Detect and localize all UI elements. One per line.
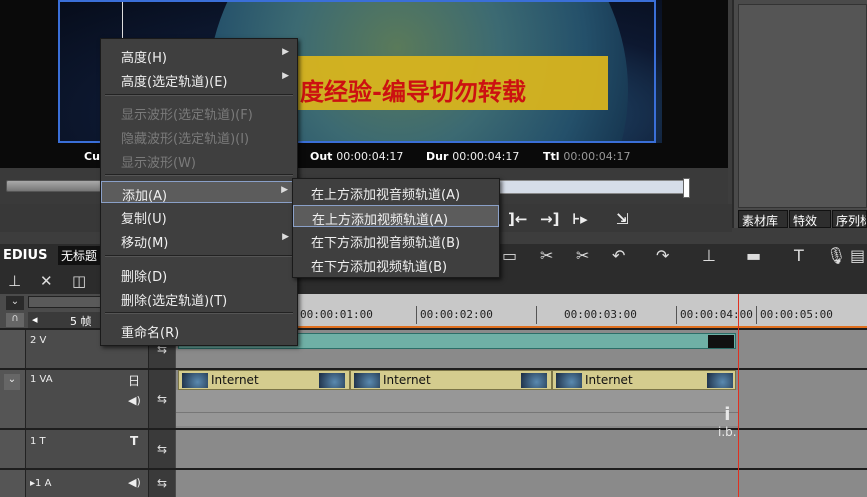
menu-item-delete[interactable]: 删除(D)	[101, 263, 297, 285]
dur-value: 00:00:04:17	[452, 150, 520, 163]
dur-timecode: Dur 00:00:04:17	[426, 150, 519, 163]
tick-label-5: 00:00:05:00	[760, 308, 833, 321]
ttl-timecode: Ttl 00:00:04:17	[543, 150, 631, 163]
speaker-icon[interactable]: ◀)	[128, 394, 141, 407]
cut-label: Cu	[84, 150, 100, 163]
insert-icon[interactable]: ⊦▸	[572, 210, 588, 228]
track-name-1t: 1 T	[30, 436, 46, 447]
redo-icon[interactable]: ↷	[656, 246, 669, 265]
scale-label: 5 帧	[70, 315, 92, 328]
tick-label-1: 00:00:01:00	[300, 308, 373, 321]
track-1t-area[interactable]	[176, 430, 867, 468]
clip-internet-1[interactable]: Internet	[178, 370, 350, 390]
watermark: i i.b.	[718, 404, 737, 439]
ripple-icon[interactable]: ▭	[502, 246, 517, 265]
menu-item-height[interactable]: 高度(H) ▶	[101, 44, 297, 66]
tick-label-2: 00:00:02:00	[420, 308, 493, 321]
app-logo: EDIUS	[3, 248, 48, 263]
audio-lane	[176, 390, 738, 426]
speaker-icon[interactable]: ◀)	[128, 476, 141, 489]
expand-icon[interactable]: ⌄	[6, 296, 24, 310]
menu-item-hide-waveform-selected: 隐藏波形(选定轨道)(I)	[121, 132, 250, 147]
lock-icon[interactable]: ∩	[6, 313, 24, 327]
menu-item-height-selected[interactable]: 高度(选定轨道)(E) ▶	[101, 68, 297, 90]
submenu-add-v-below[interactable]: 在下方添加视频轨道(B)	[293, 253, 499, 275]
track-name-1a: ▸1 A	[30, 478, 52, 489]
sync-lock-icon[interactable]: ✕	[40, 272, 53, 290]
tab-bin[interactable]: 素材库	[738, 210, 788, 228]
tick-mark	[756, 306, 757, 324]
audio-lane-divider	[176, 412, 738, 413]
tick-mark	[416, 306, 417, 324]
track-side-2v[interactable]	[0, 330, 26, 368]
waveform-icon[interactable]: ◫	[72, 272, 86, 290]
undo-icon[interactable]: ↶	[612, 246, 625, 265]
clip-name: Internet	[383, 373, 431, 387]
mark-out-icon[interactable]: →]	[540, 210, 559, 228]
track-1a-area[interactable]	[176, 470, 867, 497]
tick-mark	[676, 306, 677, 324]
project-name[interactable]: 无标题	[58, 246, 101, 265]
cut-tool-icon[interactable]: ✂	[540, 246, 553, 265]
clip-internet-3[interactable]: Internet	[552, 370, 736, 390]
menu-item-delete-selected[interactable]: 删除(选定轨道)(T)	[101, 287, 297, 309]
tick-label-4: 00:00:04:00	[680, 308, 753, 321]
out-label: Out	[310, 150, 333, 163]
watermark-glyph: i	[724, 404, 731, 425]
add-track-submenu: 在上方添加视音频轨道(A) 在上方添加视频轨道(A) 在下方添加视音频轨道(B)…	[292, 178, 500, 278]
clip-thumbnail	[708, 335, 734, 348]
delete-cut-icon[interactable]: ✂	[576, 246, 589, 265]
track-name-1va: 1 VA	[30, 374, 53, 385]
dur-label: Dur	[426, 150, 449, 163]
clip-name: Internet	[585, 373, 633, 387]
track-name-1a-text: 1 A	[35, 478, 52, 489]
clip-name: Internet	[211, 373, 259, 387]
menu-item-show-waveform-selected: 显示波形(选定轨道)(F)	[121, 108, 253, 123]
title-tool-icon[interactable]: T	[794, 246, 804, 265]
track-side-1a[interactable]	[0, 470, 26, 497]
menu-item-add[interactable]: 添加(A) ▶	[101, 181, 297, 204]
microphone-icon[interactable]: 🎙	[826, 246, 846, 265]
marker-icon[interactable]: ▬	[746, 246, 761, 265]
overwrite-icon[interactable]: ⇲	[616, 210, 629, 228]
out-timecode: Out 00:00:04:17	[310, 150, 403, 163]
shuttle-slider[interactable]	[6, 180, 102, 192]
video-track-icon[interactable]: 日	[128, 372, 140, 389]
mixer-icon[interactable]: ▤	[850, 246, 865, 265]
tab-effects[interactable]: 特效	[789, 210, 831, 228]
track-context-menu: 高度(H) ▶ 高度(选定轨道)(E) ▶ 显示波形(选定轨道)(F) 隐藏波形(选…	[100, 38, 298, 346]
tick-mark	[536, 306, 537, 324]
sync-icon[interactable]: ⇆	[148, 370, 175, 428]
out-value: 00:00:04:17	[336, 150, 404, 163]
title-track-icon[interactable]: T	[130, 434, 138, 448]
menu-item-rename[interactable]: 重命名(R)	[101, 319, 297, 341]
ttl-value: 00:00:04:17	[563, 150, 631, 163]
tab-sequence-markers[interactable]: 序列标	[832, 210, 867, 228]
menu-item-duplicate[interactable]: 复制(U)	[101, 205, 297, 227]
playhead[interactable]	[738, 294, 739, 497]
menu-item-move[interactable]: 移动(M) ▶	[101, 229, 297, 251]
position-slider[interactable]	[498, 180, 688, 194]
caption-text: 度经验-编导切勿转载	[300, 77, 526, 106]
snap-icon[interactable]: ⊥	[702, 246, 716, 265]
watermark-text: i.b.	[718, 425, 737, 439]
submenu-add-va-below[interactable]: 在下方添加视音频轨道(B)	[293, 229, 499, 251]
track-link-icon[interactable]: ⊥	[8, 272, 21, 290]
submenu-add-va-above[interactable]: 在上方添加视音频轨道(A)	[293, 181, 499, 203]
ttl-label: Ttl	[543, 150, 560, 163]
position-slider-thumb[interactable]	[683, 178, 690, 198]
clip-internet-2[interactable]: Internet	[350, 370, 552, 390]
visibility-toggle-icon[interactable]: ⌄	[4, 374, 20, 390]
mark-in-icon[interactable]: ]←	[508, 210, 527, 228]
track-side-1t[interactable]	[0, 430, 26, 468]
menu-item-show-waveform: 显示波形(W)	[121, 156, 196, 171]
track-name-2v: 2 V	[30, 335, 47, 346]
bin-content	[738, 4, 867, 208]
sync-icon[interactable]: ⇆	[148, 470, 175, 497]
tick-label-3: 00:00:03:00	[564, 308, 637, 321]
submenu-add-v-above[interactable]: 在上方添加视频轨道(A)	[293, 205, 499, 228]
track-side-1va[interactable]: ⌄	[0, 370, 26, 428]
sync-icon[interactable]: ⇆	[148, 430, 175, 468]
